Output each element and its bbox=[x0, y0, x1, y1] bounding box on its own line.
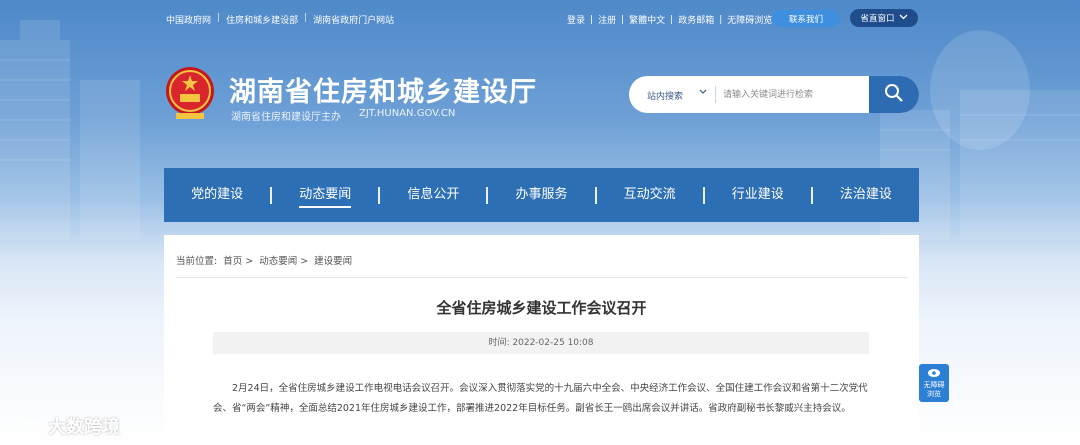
contact-us-label: 联系我们 bbox=[788, 14, 823, 25]
search-divider bbox=[715, 86, 716, 103]
separator: | bbox=[719, 14, 723, 25]
breadcrumb-label: 当前位置: bbox=[176, 256, 218, 267]
nav-services[interactable]: 办事服务 bbox=[488, 168, 594, 222]
breadcrumb-construction-news[interactable]: 建设要闻 bbox=[314, 253, 352, 267]
watermark-logo-icon bbox=[11, 418, 44, 434]
search-icon bbox=[884, 83, 904, 107]
search-box: 站内搜索 bbox=[629, 76, 919, 113]
top-links-left: 中国政府网 | 住房和城乡建设部 | 湖南省政府门户网站 bbox=[166, 13, 394, 26]
article-title: 全省住房城乡建设工作会议召开 bbox=[436, 299, 647, 317]
article-meta: 时间: 2022-02-25 10:08 bbox=[213, 332, 869, 354]
login-link[interactable]: 登录 bbox=[567, 13, 585, 26]
gov-mail-link[interactable]: 政务邮箱 bbox=[678, 13, 714, 26]
article-body: 2月24日，全省住房城乡建设工作电视电话会议召开。会议深入贯彻落实党的十九届六中… bbox=[213, 383, 868, 414]
contact-us-button[interactable]: 联系我们 bbox=[772, 10, 840, 27]
divider bbox=[176, 277, 907, 278]
provincial-window-dropdown[interactable]: 省直窗口 bbox=[850, 9, 918, 27]
content-panel: 当前位置: 首页 > 动态要闻 > 建设要闻 全省住房城乡建设工作会议召开 时间… bbox=[164, 235, 919, 445]
top-link-mohurd[interactable]: 住房和城乡建设部 bbox=[226, 13, 298, 26]
breadcrumb: 当前位置: 首页 > 动态要闻 > 建设要闻 bbox=[176, 253, 352, 267]
accessibility-link[interactable]: 无障碍浏览 bbox=[727, 13, 772, 26]
chevron-down-icon bbox=[899, 13, 908, 23]
watermark-text: 大数跨境 bbox=[48, 417, 120, 438]
top-link-gov[interactable]: 中国政府网 bbox=[166, 13, 211, 26]
accessibility-float-label-2: 浏览 bbox=[927, 390, 941, 398]
eye-icon bbox=[928, 369, 940, 377]
breadcrumb-home[interactable]: 首页 > bbox=[223, 253, 253, 267]
separator: | bbox=[304, 13, 308, 23]
nav-industry[interactable]: 行业建设 bbox=[705, 168, 811, 222]
main-nav: 党的建设 动态要闻 信息公开 办事服务 互动交流 行业建设 法治建设 bbox=[164, 168, 919, 222]
publish-time: 2022-02-25 10:08 bbox=[512, 338, 594, 348]
accessibility-float-button[interactable]: 无障碍 浏览 bbox=[919, 364, 949, 402]
nav-rule-of-law[interactable]: 法治建设 bbox=[813, 168, 919, 222]
separator: | bbox=[670, 14, 674, 25]
national-emblem-icon bbox=[166, 67, 214, 119]
separator: | bbox=[621, 14, 625, 25]
separator: | bbox=[590, 14, 594, 25]
top-links-right: 登录 | 注册 | 繁體中文 | 政务邮箱 | 无障碍浏览 bbox=[567, 13, 772, 27]
chevron-down-icon[interactable] bbox=[699, 87, 707, 100]
site-domain: ZJT.HUNAN.GOV.CN bbox=[359, 108, 456, 119]
register-link[interactable]: 注册 bbox=[598, 13, 616, 26]
site-title: 湖南省住房和城乡建设厅 bbox=[229, 77, 537, 108]
accessibility-float-label-1: 无障碍 bbox=[923, 381, 945, 389]
separator: | bbox=[217, 13, 221, 23]
traditional-chinese-link[interactable]: 繁體中文 bbox=[629, 13, 665, 26]
search-button[interactable] bbox=[869, 76, 919, 113]
search-input[interactable] bbox=[723, 86, 863, 103]
provincial-window-label: 省直窗口 bbox=[860, 14, 895, 24]
watermark: 大数跨境 bbox=[10, 413, 120, 439]
top-bar: 中国政府网 | 住房和城乡建设部 | 湖南省政府门户网站 登录 | 注册 | 繁… bbox=[0, 0, 1080, 36]
time-label: 时间: bbox=[488, 338, 510, 348]
breadcrumb-news[interactable]: 动态要闻 > bbox=[259, 253, 308, 267]
site-subtitle: 湖南省住房和建设厅主办 ZJT.HUNAN.GOV.CN bbox=[231, 108, 455, 123]
nav-news[interactable]: 动态要闻 bbox=[272, 168, 378, 222]
nav-info-disclosure[interactable]: 信息公开 bbox=[380, 168, 486, 222]
nav-interaction[interactable]: 互动交流 bbox=[597, 168, 703, 222]
nav-party-building[interactable]: 党的建设 bbox=[164, 168, 270, 222]
top-link-hunan-portal[interactable]: 湖南省政府门户网站 bbox=[313, 13, 394, 26]
site-host: 湖南省住房和建设厅主办 bbox=[231, 112, 341, 123]
search-scope-select[interactable]: 站内搜索 bbox=[647, 89, 683, 102]
